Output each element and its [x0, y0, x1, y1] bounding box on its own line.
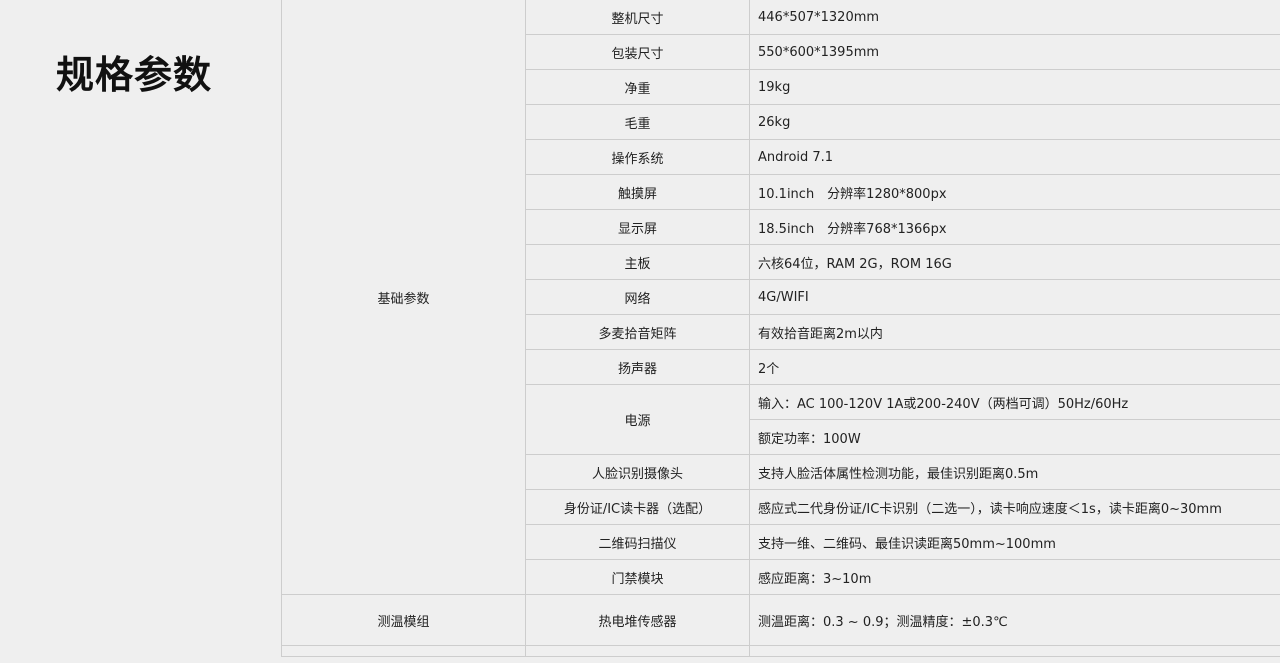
table-row: 测温模组 热电堆传感器 测温距离：0.3 ~ 0.9；测温精度：±0.3℃ [281, 594, 1280, 646]
spec-item-label: 触摸屏 [525, 174, 750, 210]
spec-item-value: 输入：AC 100-120V 1A或200-240V（两档可调）50Hz/60H… [749, 384, 1280, 420]
spec-item-label: 二维码扫描仪 [525, 524, 750, 560]
spec-item-value: 4G/WIFI [749, 279, 1280, 315]
spec-item-label: 电源 [525, 384, 750, 455]
spec-item-value: 感应距离：3~10m [749, 559, 1280, 595]
spec-item-value: 感应式二代身份证/IC卡识别（二选一），读卡响应速度＜1s，读卡距离0~30mm [749, 489, 1280, 525]
spec-item-label: 整机尺寸 [525, 0, 750, 35]
spec-item-value: 18.5inch 分辨率768*1366px [749, 209, 1280, 245]
spec-item-value: 测温距离：0.3 ~ 0.9；测温精度：±0.3℃ [749, 594, 1280, 646]
group-basic-cell: 基础参数 [281, 0, 526, 595]
spec-item-label: 人脸识别摄像头 [525, 454, 750, 490]
spec-item-label: 操作系统 [525, 139, 750, 175]
spec-item-value: 19kg [749, 69, 1280, 105]
spec-item-value: 有效拾音距离2m以内 [749, 314, 1280, 350]
empty-cell [749, 645, 1280, 657]
spec-item-label: 净重 [525, 69, 750, 105]
spec-item-label: 多麦拾音矩阵 [525, 314, 750, 350]
spec-item-value: 额定功率：100W [749, 419, 1280, 455]
spec-item-label: 毛重 [525, 104, 750, 140]
spec-item-value: 六核64位，RAM 2G，ROM 16G [749, 244, 1280, 280]
spec-item-label: 身份证/IC读卡器（选配） [525, 489, 750, 525]
spec-item-value: 26kg [749, 104, 1280, 140]
spec-item-value: 支持人脸活体属性检测功能，最佳识别距离0.5m [749, 454, 1280, 490]
spec-item-label: 包装尺寸 [525, 34, 750, 70]
spec-page: 规格参数 基础参数 整机尺寸 446*507*1320mm 包装尺寸 550*6… [0, 0, 1280, 663]
spec-item-value: Android 7.1 [749, 139, 1280, 175]
spec-item-value: 2个 [749, 349, 1280, 385]
group-temp-cell: 测温模组 [281, 594, 526, 646]
spec-item-value: 446*507*1320mm [749, 0, 1280, 35]
spec-item-label: 热电堆传感器 [525, 594, 750, 646]
spec-item-label: 网络 [525, 279, 750, 315]
table-row-partial [281, 645, 1280, 657]
spec-item-label: 扬声器 [525, 349, 750, 385]
table-row: 基础参数 整机尺寸 446*507*1320mm [281, 0, 1280, 595]
spec-item-label: 门禁模块 [525, 559, 750, 595]
empty-cell [281, 645, 526, 657]
spec-item-value: 支持一维、二维码、最佳识读距离50mm~100mm [749, 524, 1280, 560]
page-title: 规格参数 [56, 53, 213, 97]
spec-item-label: 显示屏 [525, 209, 750, 245]
spec-table: 基础参数 整机尺寸 446*507*1320mm 包装尺寸 550*600*13… [281, 0, 1280, 657]
spec-item-label: 主板 [525, 244, 750, 280]
spec-item-value: 10.1inch 分辨率1280*800px [749, 174, 1280, 210]
spec-item-value: 550*600*1395mm [749, 34, 1280, 70]
empty-cell [525, 645, 750, 657]
